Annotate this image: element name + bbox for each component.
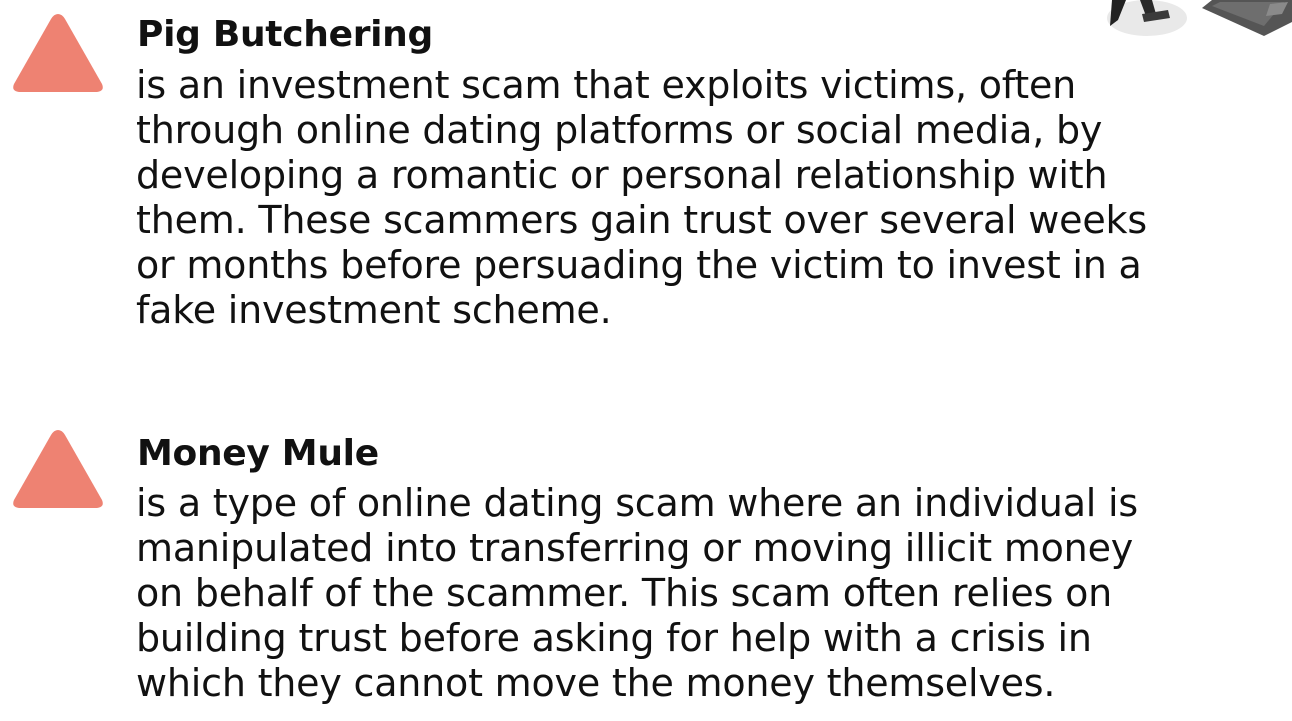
description-line: fake investment scheme. <box>136 288 612 332</box>
description-line: or months before persuading the victim t… <box>136 243 1142 287</box>
description-line: through online dating platforms or socia… <box>136 108 1103 152</box>
description-line: which they cannot move the money themsel… <box>136 661 1056 705</box>
section-description: is a type of online dating scam where an… <box>136 481 1286 706</box>
description-line: manipulated into transferring or moving … <box>136 526 1134 570</box>
description-line: building trust before asking for help wi… <box>136 616 1092 660</box>
description-line: is a type of online dating scam where an… <box>136 481 1138 525</box>
warning-triangle-icon <box>13 430 103 508</box>
section-description: is an investment scam that exploits vict… <box>136 63 1286 333</box>
description-line: is an investment scam that exploits vict… <box>136 63 1077 107</box>
section-title: Pig Butchering <box>137 14 433 55</box>
person-with-laptop-illustration <box>1107 0 1292 36</box>
description-line: them. These scammers gain trust over sev… <box>136 198 1147 242</box>
description-line: developing a romantic or personal relati… <box>136 153 1108 197</box>
section-title: Money Mule <box>137 433 379 474</box>
description-line: on behalf of the scammer. This scam ofte… <box>136 571 1113 615</box>
warning-triangle-icon <box>13 14 103 92</box>
